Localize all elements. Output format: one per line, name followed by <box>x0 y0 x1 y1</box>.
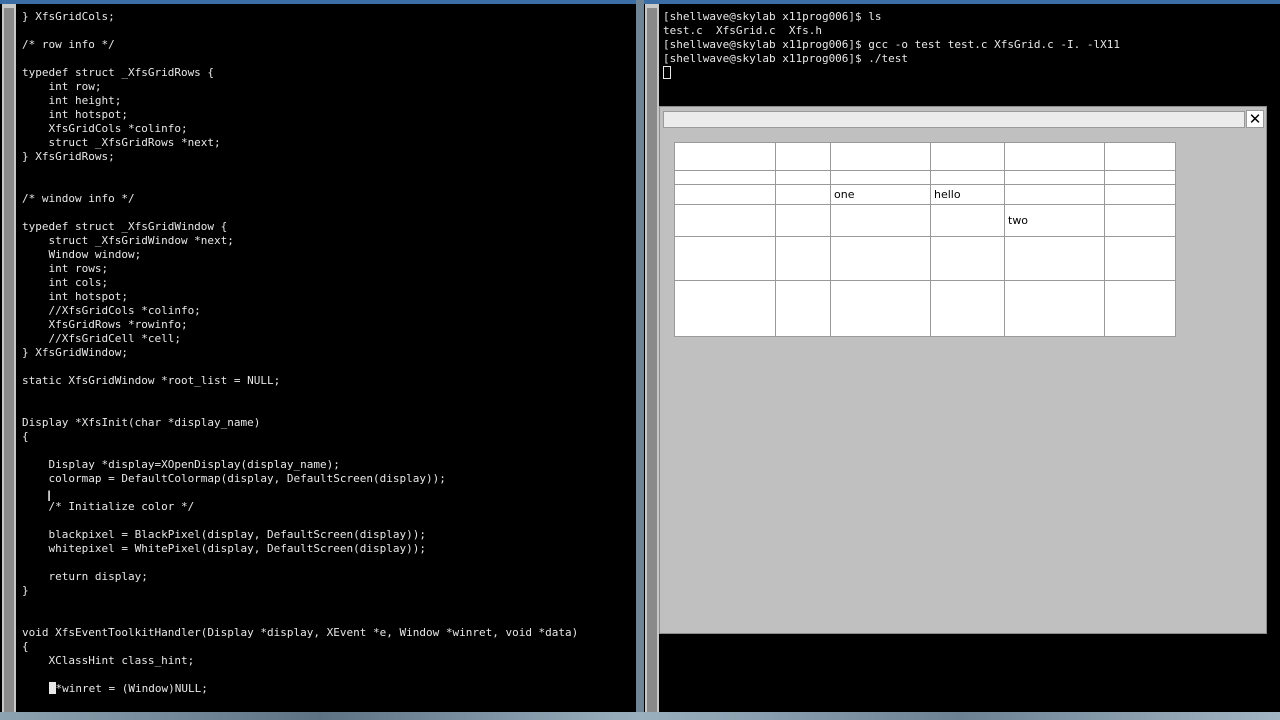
grid-cell[interactable] <box>930 204 1005 237</box>
grid-cell[interactable] <box>1004 280 1105 337</box>
editor-titlebar[interactable] <box>0 0 636 4</box>
grid-cell[interactable] <box>830 236 931 281</box>
grid-row <box>674 170 1176 185</box>
grid-cell[interactable]: two <box>1004 204 1105 237</box>
grid-cell[interactable] <box>775 204 831 237</box>
grid-cell[interactable] <box>930 280 1005 337</box>
shell-scrollbar-thumb[interactable] <box>647 8 657 712</box>
editor-scrollbar-thumb[interactable] <box>4 8 14 712</box>
grid-cell[interactable] <box>1004 170 1105 185</box>
grid-cell[interactable] <box>1104 142 1176 171</box>
grid-cell[interactable] <box>930 142 1005 171</box>
grid-cell[interactable] <box>1004 236 1105 281</box>
grid-cell[interactable] <box>1004 142 1105 171</box>
close-icon[interactable]: ✕ <box>1246 110 1264 128</box>
editor-code-lines: } XfsGridCols; /* row info */ typedef st… <box>22 10 579 667</box>
grid-cell[interactable] <box>830 204 931 237</box>
grid-cell[interactable] <box>775 170 831 185</box>
grid-cell[interactable] <box>775 280 831 337</box>
grid-cell[interactable] <box>1104 184 1176 205</box>
editor-cursor-line: *winret = (Window)NULL; <box>55 682 208 695</box>
grid-cell[interactable] <box>830 142 931 171</box>
editor-scrollbar[interactable] <box>2 4 16 712</box>
grid-cell[interactable] <box>1104 170 1176 185</box>
grid-cell[interactable] <box>830 170 931 185</box>
test-app-window[interactable]: ✕ one hello two <box>659 106 1267 634</box>
shell-output[interactable]: [shellwave@skylab x11prog006]$ ls test.c… <box>663 10 1120 81</box>
grid-cell[interactable] <box>830 280 931 337</box>
grid-cell[interactable] <box>1104 204 1176 237</box>
grid-row <box>674 142 1176 171</box>
shell-scrollbar[interactable] <box>645 4 659 712</box>
grid-cell[interactable] <box>1104 236 1176 281</box>
text-cursor <box>48 682 56 694</box>
xfs-grid[interactable]: one hello two <box>674 142 1176 337</box>
grid-cell[interactable] <box>674 184 776 205</box>
grid-cell[interactable] <box>930 236 1005 281</box>
grid-row <box>674 236 1176 281</box>
grid-cell[interactable] <box>1004 184 1105 205</box>
grid-cell[interactable] <box>674 204 776 237</box>
grid-cell[interactable]: one <box>830 184 931 205</box>
grid-cell[interactable] <box>775 142 831 171</box>
editor-cursor-line-prefix <box>22 682 49 695</box>
grid-cell[interactable] <box>775 236 831 281</box>
shell-lines: [shellwave@skylab x11prog006]$ ls test.c… <box>663 10 1120 65</box>
grid-cell[interactable]: hello <box>930 184 1005 205</box>
editor-terminal[interactable]: } XfsGridCols; /* row info */ typedef st… <box>0 0 636 712</box>
grid-row: two <box>674 204 1176 237</box>
grid-cell[interactable] <box>674 142 776 171</box>
grid-cell[interactable] <box>674 280 776 337</box>
grid-cell[interactable] <box>674 170 776 185</box>
desktop-background <box>0 712 1280 720</box>
grid-row: one hello <box>674 184 1176 205</box>
grid-cell[interactable] <box>674 236 776 281</box>
grid-cell[interactable] <box>1104 280 1176 337</box>
ibeam-cursor-icon: I <box>47 489 52 505</box>
shell-titlebar[interactable] <box>644 0 1280 4</box>
grid-cell[interactable] <box>775 184 831 205</box>
shell-cursor <box>663 66 671 79</box>
editor-code[interactable]: } XfsGridCols; /* row info */ typedef st… <box>22 10 578 696</box>
grid-row <box>674 280 1176 337</box>
grid-cell[interactable] <box>930 170 1005 185</box>
window-title-field[interactable] <box>663 111 1245 128</box>
